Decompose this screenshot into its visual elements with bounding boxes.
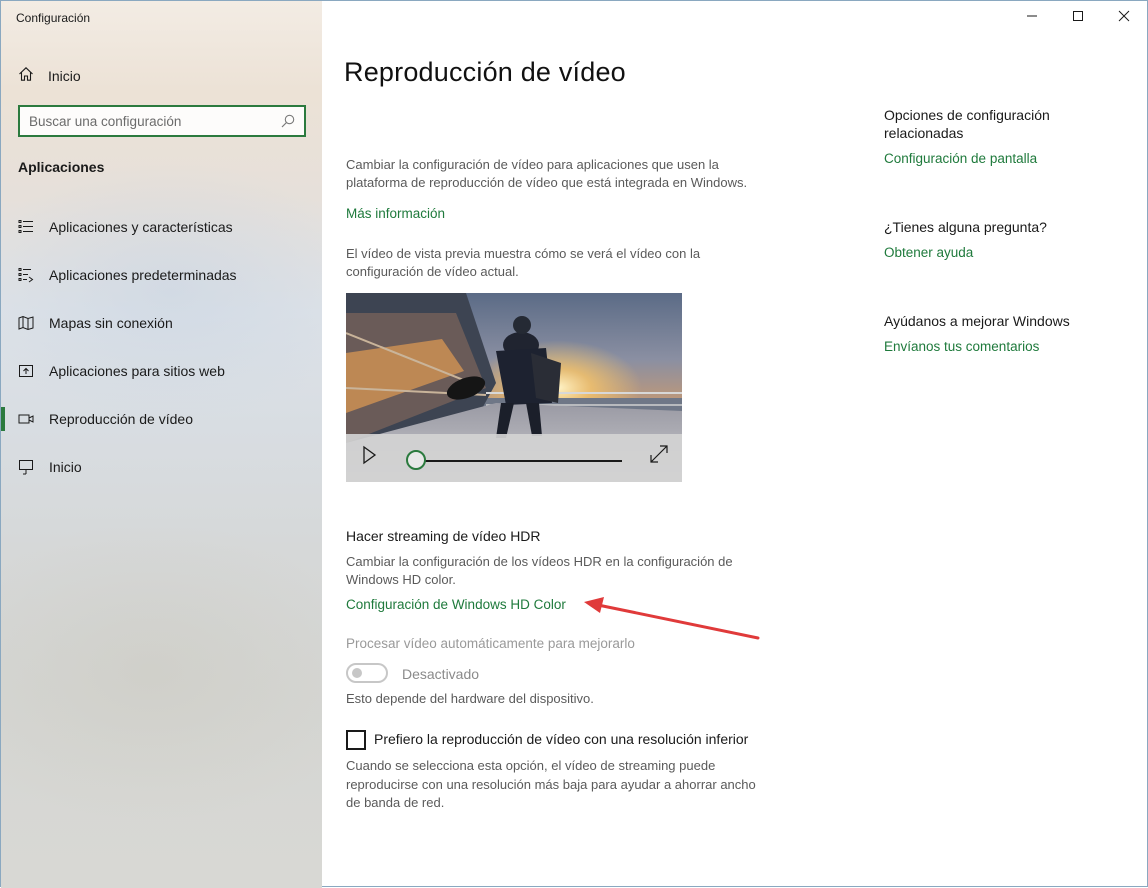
intro-line-1: Cambiar la configuración de vídeo para a…: [346, 157, 719, 172]
sidebar-item-label: Reproducción de vídeo: [49, 411, 193, 427]
sidebar-item-startup[interactable]: Inicio: [1, 447, 322, 487]
sidebar-item-offline-maps[interactable]: Mapas sin conexión: [1, 303, 322, 343]
toggle-state-label: Desactivado: [402, 666, 480, 682]
seek-thumb[interactable]: [406, 450, 426, 470]
sidebar-item-apps-features[interactable]: Aplicaciones y características: [1, 207, 322, 247]
active-indicator: [1, 407, 5, 431]
preview-desc-line-2: configuración de vídeo actual.: [346, 264, 519, 279]
intro-line-2: plataforma de reproducción de vídeo que …: [346, 175, 748, 190]
hardware-note: Esto depende del hardware del dispositiv…: [346, 691, 594, 706]
toggle-knob: [352, 668, 362, 678]
video-preview[interactable]: [346, 293, 682, 482]
section-label: Aplicaciones: [18, 159, 105, 175]
offline-maps-icon: [18, 315, 34, 331]
fullscreen-icon[interactable]: [648, 443, 670, 470]
sidebar-item-label: Mapas sin conexión: [49, 315, 173, 331]
sidebar-item-apps-websites[interactable]: Aplicaciones para sitios web: [1, 351, 322, 391]
window-title: Configuración: [16, 11, 91, 25]
related-heading-line-1: Opciones de configuración: [884, 107, 1050, 123]
home-nav-item[interactable]: Inicio: [18, 65, 81, 87]
video-playback-icon: [18, 411, 34, 427]
search-input[interactable]: [20, 108, 277, 134]
settings-window: Configuración Inicio Aplicaciones Apl: [0, 0, 1148, 888]
sidebar-item-label: Aplicaciones para sitios web: [49, 363, 225, 379]
page-title: Reproducción de vídeo: [344, 57, 626, 87]
low-resolution-checkbox[interactable]: [346, 730, 366, 750]
auto-process-toggle[interactable]: [346, 663, 388, 683]
minimize-icon: [1026, 9, 1038, 27]
startup-icon: [18, 459, 34, 475]
low-res-desc-line-3: de banda de red.: [346, 795, 445, 810]
apps-features-icon: [18, 219, 34, 235]
hdr-desc-line-2: Windows HD color.: [346, 572, 456, 587]
play-icon[interactable]: [362, 445, 378, 470]
home-label: Inicio: [48, 68, 81, 84]
apps-websites-icon: [18, 363, 34, 379]
default-apps-icon: [18, 267, 34, 283]
feedback-link[interactable]: Envíanos tus comentarios: [884, 339, 1039, 354]
close-button[interactable]: [1101, 1, 1147, 35]
maximize-button[interactable]: [1055, 1, 1101, 35]
improve-heading: Ayúdanos a mejorar Windows: [884, 313, 1070, 329]
low-resolution-label[interactable]: Prefiero la reproducción de vídeo con un…: [374, 731, 748, 747]
sidebar-item-label: Aplicaciones predeterminadas: [49, 267, 237, 283]
auto-process-title: Procesar vídeo automáticamente para mejo…: [346, 636, 635, 651]
search-box: [18, 105, 306, 137]
sidebar-item-video-playback[interactable]: Reproducción de vídeo: [1, 399, 322, 439]
home-icon: [18, 66, 34, 87]
hd-color-settings-link[interactable]: Configuración de Windows HD Color: [346, 597, 566, 612]
minimize-button[interactable]: [1009, 1, 1055, 35]
display-settings-link[interactable]: Configuración de pantalla: [884, 151, 1037, 166]
question-heading: ¿Tienes alguna pregunta?: [884, 219, 1047, 235]
more-info-link[interactable]: Más información: [346, 206, 445, 221]
low-res-desc-line-1: Cuando se selecciona esta opción, el víd…: [346, 758, 716, 773]
close-icon: [1118, 9, 1130, 27]
search-icon[interactable]: [277, 110, 299, 132]
maximize-icon: [1072, 9, 1084, 27]
hdr-desc-line-1: Cambiar la configuración de los vídeos H…: [346, 554, 733, 569]
get-help-link[interactable]: Obtener ayuda: [884, 245, 973, 260]
video-controls: [346, 434, 682, 482]
seek-track[interactable]: [418, 460, 622, 462]
preview-desc-line-1: El vídeo de vista previa muestra cómo se…: [346, 246, 701, 261]
sidebar-item-label: Aplicaciones y características: [49, 219, 233, 235]
related-heading-line-2: relacionadas: [884, 125, 964, 141]
hdr-heading: Hacer streaming de vídeo HDR: [346, 528, 541, 544]
sidebar-item-default-apps[interactable]: Aplicaciones predeterminadas: [1, 255, 322, 295]
sidebar: Configuración Inicio Aplicaciones Apl: [1, 1, 322, 888]
sidebar-item-label: Inicio: [49, 459, 82, 475]
low-res-desc-line-2: reproducirse con una resolución más baja…: [346, 777, 756, 792]
